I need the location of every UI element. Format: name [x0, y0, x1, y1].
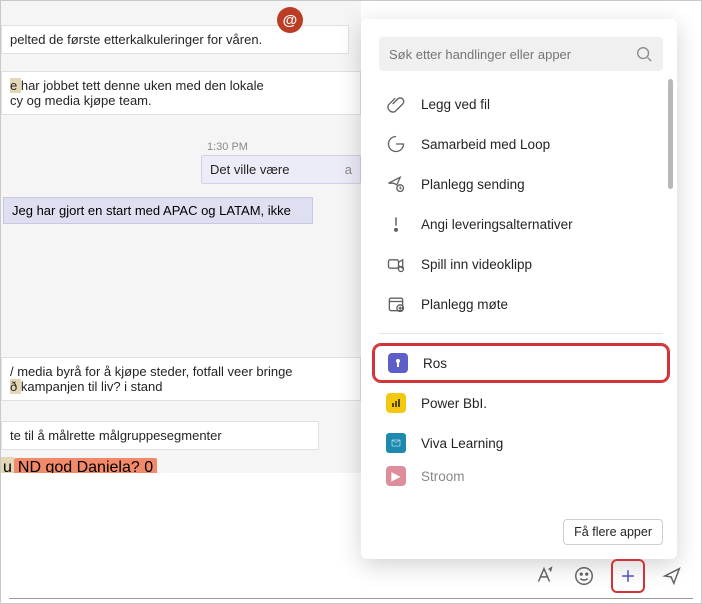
message[interactable]: te til å målrette målgruppesegmenter [1, 421, 319, 450]
viva-learning-app-icon [385, 432, 407, 454]
bottom-divider [9, 598, 693, 599]
message-text: kampanjen til liv? i stand [21, 379, 163, 394]
action-label: Planlegg sending [421, 177, 525, 192]
button-label: Få flere apper [574, 525, 652, 539]
search-icon [635, 45, 653, 63]
action-label: Spill inn videoklipp [421, 257, 532, 272]
action-label: Angi leveringsalternativer [421, 217, 573, 232]
reply-message[interactable]: Det ville være a [201, 155, 361, 184]
actions-popup: Legg ved fil Samarbeid med Loop Planlegg… [361, 19, 677, 559]
calendar-add-icon [385, 293, 407, 315]
app-label: Ros [423, 356, 447, 371]
action-label: Planlegg møte [421, 297, 508, 312]
timestamp: 1:30 PM [201, 141, 361, 155]
action-loop[interactable]: Samarbeid med Loop [373, 125, 669, 163]
get-more-apps-button[interactable]: Få flere apper [563, 519, 663, 545]
actions-list: Legg ved fil Samarbeid med Loop Planlegg… [373, 85, 669, 488]
priority-icon [385, 213, 407, 235]
reply-bubble-container: 1:30 PM Det ville være a [201, 141, 361, 184]
action-attach-file[interactable]: Legg ved fil [373, 85, 669, 123]
at-symbol: @ [283, 12, 298, 29]
action-delivery-options[interactable]: Angi leveringsalternativer [373, 205, 669, 243]
compose-toolbar [531, 559, 685, 593]
app-ros[interactable]: Ros [373, 344, 669, 382]
message-highlight: ð [10, 379, 21, 394]
mentions-badge-icon[interactable]: @ [277, 7, 303, 33]
action-record-video[interactable]: Spill inn videoklipp [373, 245, 669, 283]
divider [379, 333, 663, 334]
ros-app-icon [387, 352, 409, 374]
message[interactable]: / media byrå for å kjøpe steder, fotfall… [1, 357, 361, 401]
app-power-bi[interactable]: Power BbI. [373, 384, 669, 422]
scrollbar[interactable] [668, 79, 673, 189]
action-schedule-send[interactable]: Planlegg sending [373, 165, 669, 203]
reply-suffix: a [345, 162, 352, 177]
app-viva-learning[interactable]: Viva Learning [373, 424, 669, 462]
message[interactable]: Jeg har gjort en start med APAC og LATAM… [3, 197, 313, 224]
send-button[interactable] [659, 563, 685, 589]
message[interactable]: e har jobbet tett denne uken med den lok… [1, 71, 361, 115]
message-highlight: e [10, 78, 21, 93]
send-clock-icon [385, 173, 407, 195]
stream-app-icon: ▶ [385, 465, 407, 487]
app-label: Viva Learning [421, 436, 503, 451]
app-stream[interactable]: ▶ Stroom [373, 464, 669, 488]
message-text: Jeg har gjort en start med APAC og LATAM… [12, 203, 291, 218]
emoji-button[interactable] [571, 563, 597, 589]
app-label: Power BbI. [421, 396, 487, 411]
message-text: / media byrå for å kjøpe steder, fotfall… [10, 364, 293, 379]
message-text: te til å målrette målgruppesegmenter [10, 428, 222, 443]
power-bi-app-icon [385, 392, 407, 414]
search-input[interactable] [379, 37, 639, 71]
message-text: pelted de første etterkalkuleringer for … [10, 32, 262, 47]
add-actions-button[interactable] [611, 559, 645, 593]
app-label: Stroom [421, 469, 465, 484]
reply-text: Det ville være [210, 162, 289, 177]
chat-pane: pelted de første etterkalkuleringer for … [1, 1, 361, 541]
message-text: cy og media kjøpe team. [10, 93, 152, 108]
video-record-icon [385, 253, 407, 275]
action-schedule-meeting[interactable]: Planlegg møte [373, 285, 669, 323]
action-label: Samarbeid med Loop [421, 137, 550, 152]
action-label: Legg ved fil [421, 97, 490, 112]
compose-area[interactable] [1, 473, 361, 541]
format-button[interactable] [531, 563, 557, 589]
search-field[interactable] [379, 37, 663, 71]
paperclip-icon [385, 93, 407, 115]
loop-icon [385, 133, 407, 155]
message-text: har jobbet tett denne uken med den lokal… [21, 78, 264, 93]
